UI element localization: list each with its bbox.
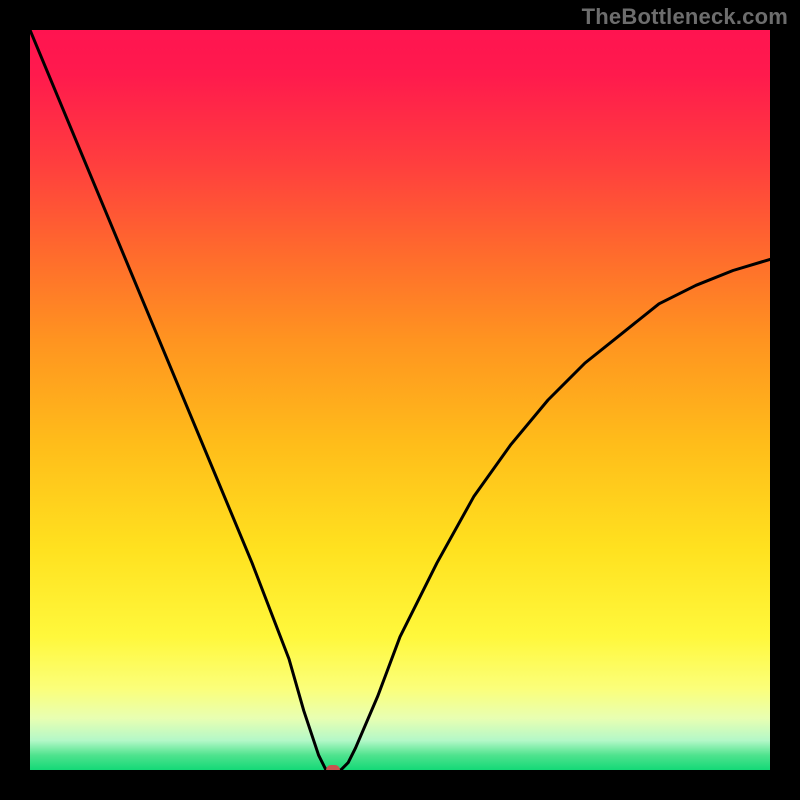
optimal-marker-icon <box>326 765 340 770</box>
bottleneck-curve <box>30 30 770 770</box>
plot-area <box>30 30 770 770</box>
watermark-text: TheBottleneck.com <box>582 4 788 30</box>
chart-frame: TheBottleneck.com <box>0 0 800 800</box>
